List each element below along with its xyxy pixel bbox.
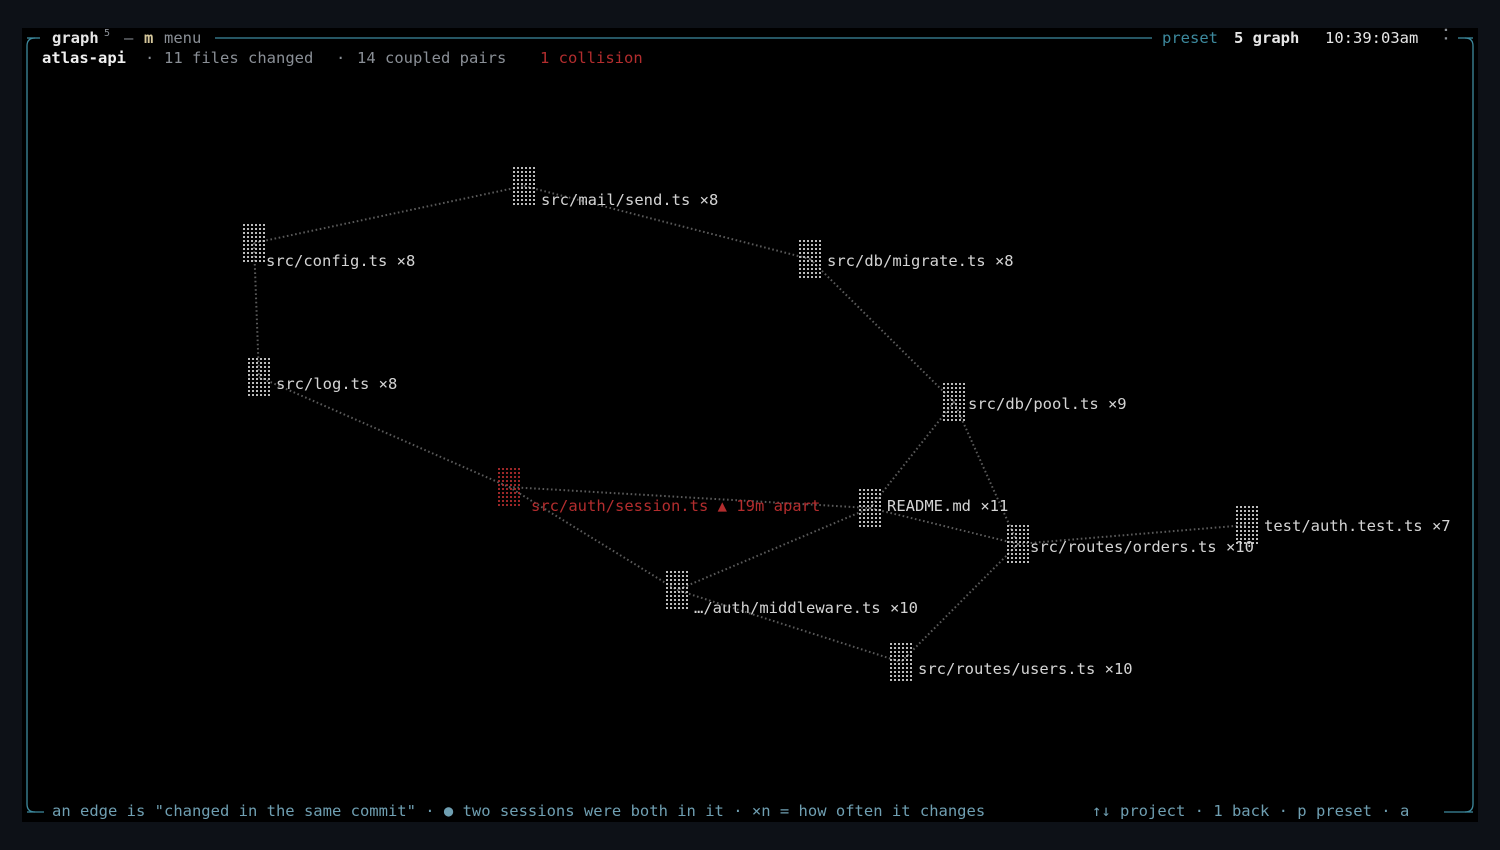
node-marker[interactable] bbox=[242, 223, 266, 263]
node-label[interactable]: test/auth.test.ts ×7 bbox=[1264, 517, 1451, 535]
node-marker[interactable] bbox=[497, 467, 521, 507]
graph-edge bbox=[953, 401, 1019, 545]
graph-edge bbox=[676, 507, 871, 591]
graph-edge bbox=[253, 185, 525, 244]
node-marker[interactable] bbox=[889, 642, 913, 682]
node-label[interactable]: README.md ×11 bbox=[887, 497, 1008, 515]
node-label[interactable]: src/routes/users.ts ×10 bbox=[918, 660, 1133, 678]
key-hints[interactable]: ↑↓ project · 1 back · p preset · a bbox=[1092, 802, 1409, 820]
node-label[interactable]: src/db/pool.ts ×9 bbox=[968, 395, 1127, 413]
graph-edges bbox=[253, 185, 1248, 663]
node-marker[interactable] bbox=[665, 570, 689, 610]
node-label[interactable]: src/routes/orders.ts ×10 bbox=[1030, 538, 1254, 556]
node-label[interactable]: src/log.ts ×8 bbox=[276, 375, 397, 393]
node-marker[interactable] bbox=[512, 166, 536, 206]
node-label[interactable]: src/config.ts ×8 bbox=[266, 252, 415, 270]
legend-text: an edge is "changed in the same commit" … bbox=[52, 802, 986, 820]
node-label[interactable]: src/mail/send.ts ×8 bbox=[541, 191, 718, 209]
graph-edge bbox=[900, 543, 1019, 663]
node-label[interactable]: src/db/migrate.ts ×8 bbox=[827, 252, 1014, 270]
node-marker[interactable] bbox=[1006, 524, 1030, 564]
node-marker[interactable] bbox=[798, 239, 822, 279]
node-marker[interactable] bbox=[942, 382, 966, 422]
terminal-window: graph 5 — m menu preset 5 graph 10:39:03… bbox=[22, 27, 1478, 822]
graph-edge bbox=[258, 376, 510, 488]
node-label[interactable]: …/auth/middleware.ts ×10 bbox=[694, 599, 918, 617]
node-label[interactable]: src/auth/session.ts ▲ 19m apart bbox=[531, 497, 820, 515]
node-marker[interactable] bbox=[858, 488, 882, 528]
node-marker[interactable] bbox=[247, 357, 271, 397]
graph-edge bbox=[809, 258, 955, 403]
